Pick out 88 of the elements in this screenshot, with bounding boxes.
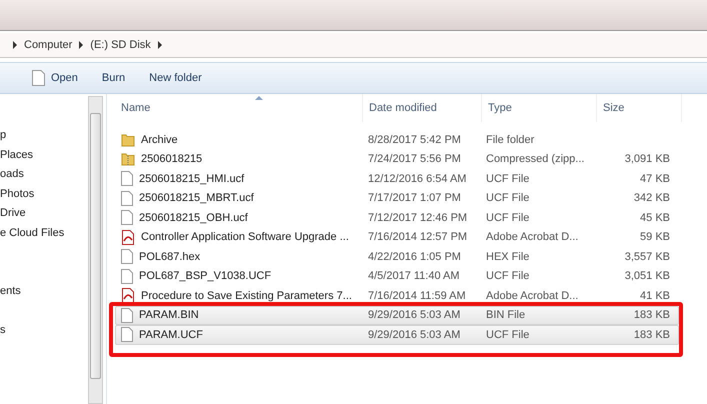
chevron-icon[interactable] (78, 41, 84, 49)
file-size: 59 KB (640, 231, 670, 244)
file-name: 2506018215_MBRT.ucf (139, 192, 254, 204)
file-row[interactable]: Archive 8/28/2017 5:42 PM File folder (115, 130, 679, 150)
date-modified: 9/29/2016 5:03 AM (367, 309, 462, 322)
navigation-item[interactable]: Drive (0, 204, 88, 224)
file-type: File folder (485, 134, 536, 146)
toolbar-button[interactable]: New folder (139, 69, 212, 87)
folder-icon (121, 132, 135, 147)
file-name: Controller Application Software Upgrade ... (141, 231, 349, 244)
date-modified: 7/24/2017 5:56 PM (367, 153, 462, 166)
date-modified: 9/29/2016 5:03 AM (367, 328, 462, 341)
breadcrumb-item[interactable]: (E:) SD Disk (90, 39, 151, 51)
file-type: UCF File (485, 328, 530, 341)
file-size: 45 KB (640, 212, 670, 224)
file-row[interactable]: 2506018215_OBH.ucf 7/12/2017 12:46 PM UCF File 45 KB (115, 208, 679, 228)
navigation-item[interactable]: oads (0, 165, 88, 184)
date-modified: 7/17/2017 1:07 PM (367, 192, 462, 204)
document-icon (121, 190, 133, 206)
sort-arrow-icon (255, 96, 263, 100)
column-header[interactable]: Size (597, 94, 682, 122)
file-name: POL687_BSP_V1038.UCF (139, 270, 272, 282)
file-type: Adobe Acrobat D... (485, 290, 580, 302)
file-type: HEX File (485, 250, 530, 263)
file-type: BIN File (485, 309, 526, 322)
date-modified: 8/28/2017 5:42 PM (367, 134, 462, 146)
document-icon (32, 70, 45, 86)
pdf-icon (121, 288, 135, 304)
chevron-icon[interactable] (156, 41, 163, 49)
date-modified: 4/5/2017 11:40 AM (367, 270, 461, 282)
navigation-item[interactable]: Places (0, 146, 88, 165)
file-row[interactable]: PARAM.BIN 9/29/2016 5:03 AM BIN File 183 KB (115, 306, 679, 325)
file-name: 2506018215_OBH.ucf (139, 212, 248, 224)
document-icon (121, 210, 133, 226)
file-row[interactable]: 2506018215_MBRT.ucf 7/17/2017 1:07 PM UCF File 342 KB (115, 188, 679, 208)
column-header[interactable]: Date modified (363, 94, 482, 122)
file-row[interactable]: PARAM.UCF 9/29/2016 5:03 AM UCF File 183 KB (115, 325, 679, 344)
date-modified: 7/16/2014 12:57 PM (367, 231, 468, 244)
file-row[interactable]: POL687.hex 4/22/2016 1:05 PM HEX File 3,557 KB (115, 247, 679, 266)
file-row[interactable]: Procedure to Save Existing Parameters 7... 7/16/2014 11:59 AM Adobe Acrobat D... 41 KB (115, 286, 679, 306)
file-row[interactable]: 2506018215_HMI.ucf 12/12/2016 6:54 AM UCF File 47 KB (115, 169, 679, 188)
document-icon (121, 171, 133, 186)
file-size: 3,051 KB (624, 270, 670, 282)
file-name: PARAM.BIN (139, 309, 199, 322)
file-size: 342 KB (634, 192, 670, 204)
date-modified: 4/22/2016 1:05 PM (367, 250, 462, 263)
file-name: 2506018215_HMI.ucf (139, 172, 244, 185)
date-modified: 7/12/2017 12:46 PM (367, 212, 468, 224)
breadcrumb-item[interactable]: Computer (24, 39, 72, 51)
navigation-item[interactable]: ents (0, 282, 88, 302)
file-type: UCF File (485, 212, 530, 224)
toolbar-button[interactable]: Burn (92, 69, 136, 87)
file-type: Adobe Acrobat D... (485, 231, 580, 244)
file-type: UCF File (485, 192, 530, 204)
document-icon (121, 249, 133, 264)
date-modified: 12/12/2016 6:54 AM (367, 172, 468, 185)
pdf-icon (121, 230, 135, 245)
navigation-item[interactable]: p (0, 126, 88, 146)
address-bar[interactable]: Computer (E:) SD Disk (0, 33, 707, 58)
file-type: Compressed (zipp... (485, 153, 586, 166)
file-name: Archive (141, 134, 178, 146)
document-icon (121, 308, 133, 323)
navigation-item[interactable]: Photos (0, 184, 88, 204)
zipped-folder-icon (121, 152, 135, 166)
file-size: 183 KB (634, 309, 670, 322)
file-name: PARAM.UCF (139, 328, 203, 341)
file-size: 41 KB (640, 290, 670, 302)
file-row[interactable]: 2506018215 7/24/2017 5:56 PM Compressed (zipp... 3,091 KB (115, 150, 679, 169)
navigation-item[interactable]: s (0, 320, 88, 340)
scrollbar[interactable] (88, 96, 103, 404)
document-icon (121, 327, 133, 342)
document-icon (121, 268, 133, 284)
file-name: Procedure to Save Existing Parameters 7... (141, 290, 352, 302)
file-row[interactable]: POL687_BSP_V1038.UCF 4/5/2017 11:40 AM UCF File 3,051 KB (115, 266, 679, 286)
date-modified: 7/16/2014 11:59 AM (367, 290, 467, 302)
file-type: UCF File (485, 172, 530, 185)
column-header[interactable]: Type (482, 94, 597, 122)
file-name: POL687.hex (139, 250, 200, 263)
toolbar-button[interactable]: Open (22, 67, 88, 89)
chevron-icon[interactable] (12, 41, 18, 49)
file-type: UCF File (485, 270, 530, 282)
file-size: 3,091 KB (624, 153, 670, 166)
file-size: 47 KB (640, 172, 670, 185)
file-row[interactable]: Controller Application Software Upgrade ... 7/16/2014 12:57 PM Adobe Acrobat D... 59 KB (115, 228, 679, 247)
navigation-item[interactable]: e Cloud Files (0, 224, 88, 243)
file-size: 3,557 KB (624, 250, 670, 263)
file-size: 183 KB (634, 328, 670, 341)
file-name: 2506018215 (141, 153, 202, 166)
